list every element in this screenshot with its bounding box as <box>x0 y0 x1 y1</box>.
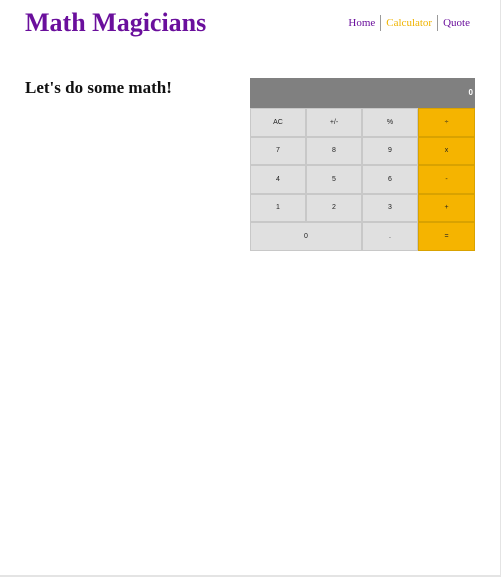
key-percent[interactable]: % <box>362 108 418 137</box>
key-0[interactable]: 0 <box>250 222 362 251</box>
nav-link-calculator[interactable]: Calculator <box>380 15 437 31</box>
key-2[interactable]: 2 <box>306 193 362 222</box>
key-6[interactable]: 6 <box>362 165 418 194</box>
key-4[interactable]: 4 <box>250 165 306 194</box>
key-decimal[interactable]: . <box>362 222 418 251</box>
page-heading: Let's do some math! <box>25 78 172 97</box>
key-plus[interactable]: + <box>418 193 475 222</box>
key-minus[interactable]: - <box>418 165 475 194</box>
key-8[interactable]: 8 <box>306 136 362 165</box>
calculator-display: 0 <box>250 78 475 108</box>
key-1[interactable]: 1 <box>250 193 306 222</box>
calculator-keypad: AC +/- % ÷ 7 8 9 x 4 5 6 - 1 2 3 + 0 . = <box>250 108 475 251</box>
key-equals[interactable]: = <box>418 222 475 251</box>
key-multiply[interactable]: x <box>418 136 475 165</box>
brand-title: Math Magicians <box>25 8 207 37</box>
key-divide[interactable]: ÷ <box>418 108 475 137</box>
key-5[interactable]: 5 <box>306 165 362 194</box>
key-ac[interactable]: AC <box>250 108 306 137</box>
key-3[interactable]: 3 <box>362 193 418 222</box>
nav-link-quote[interactable]: Quote <box>437 15 470 31</box>
key-9[interactable]: 9 <box>362 136 418 165</box>
key-sign[interactable]: +/- <box>306 108 362 137</box>
calculator: 0 AC +/- % ÷ 7 8 9 x 4 5 6 - 1 2 3 + 0 .… <box>250 78 475 251</box>
key-7[interactable]: 7 <box>250 136 306 165</box>
nav-link-home[interactable]: Home <box>348 15 380 31</box>
main-nav: Home Calculator Quote <box>348 15 470 31</box>
